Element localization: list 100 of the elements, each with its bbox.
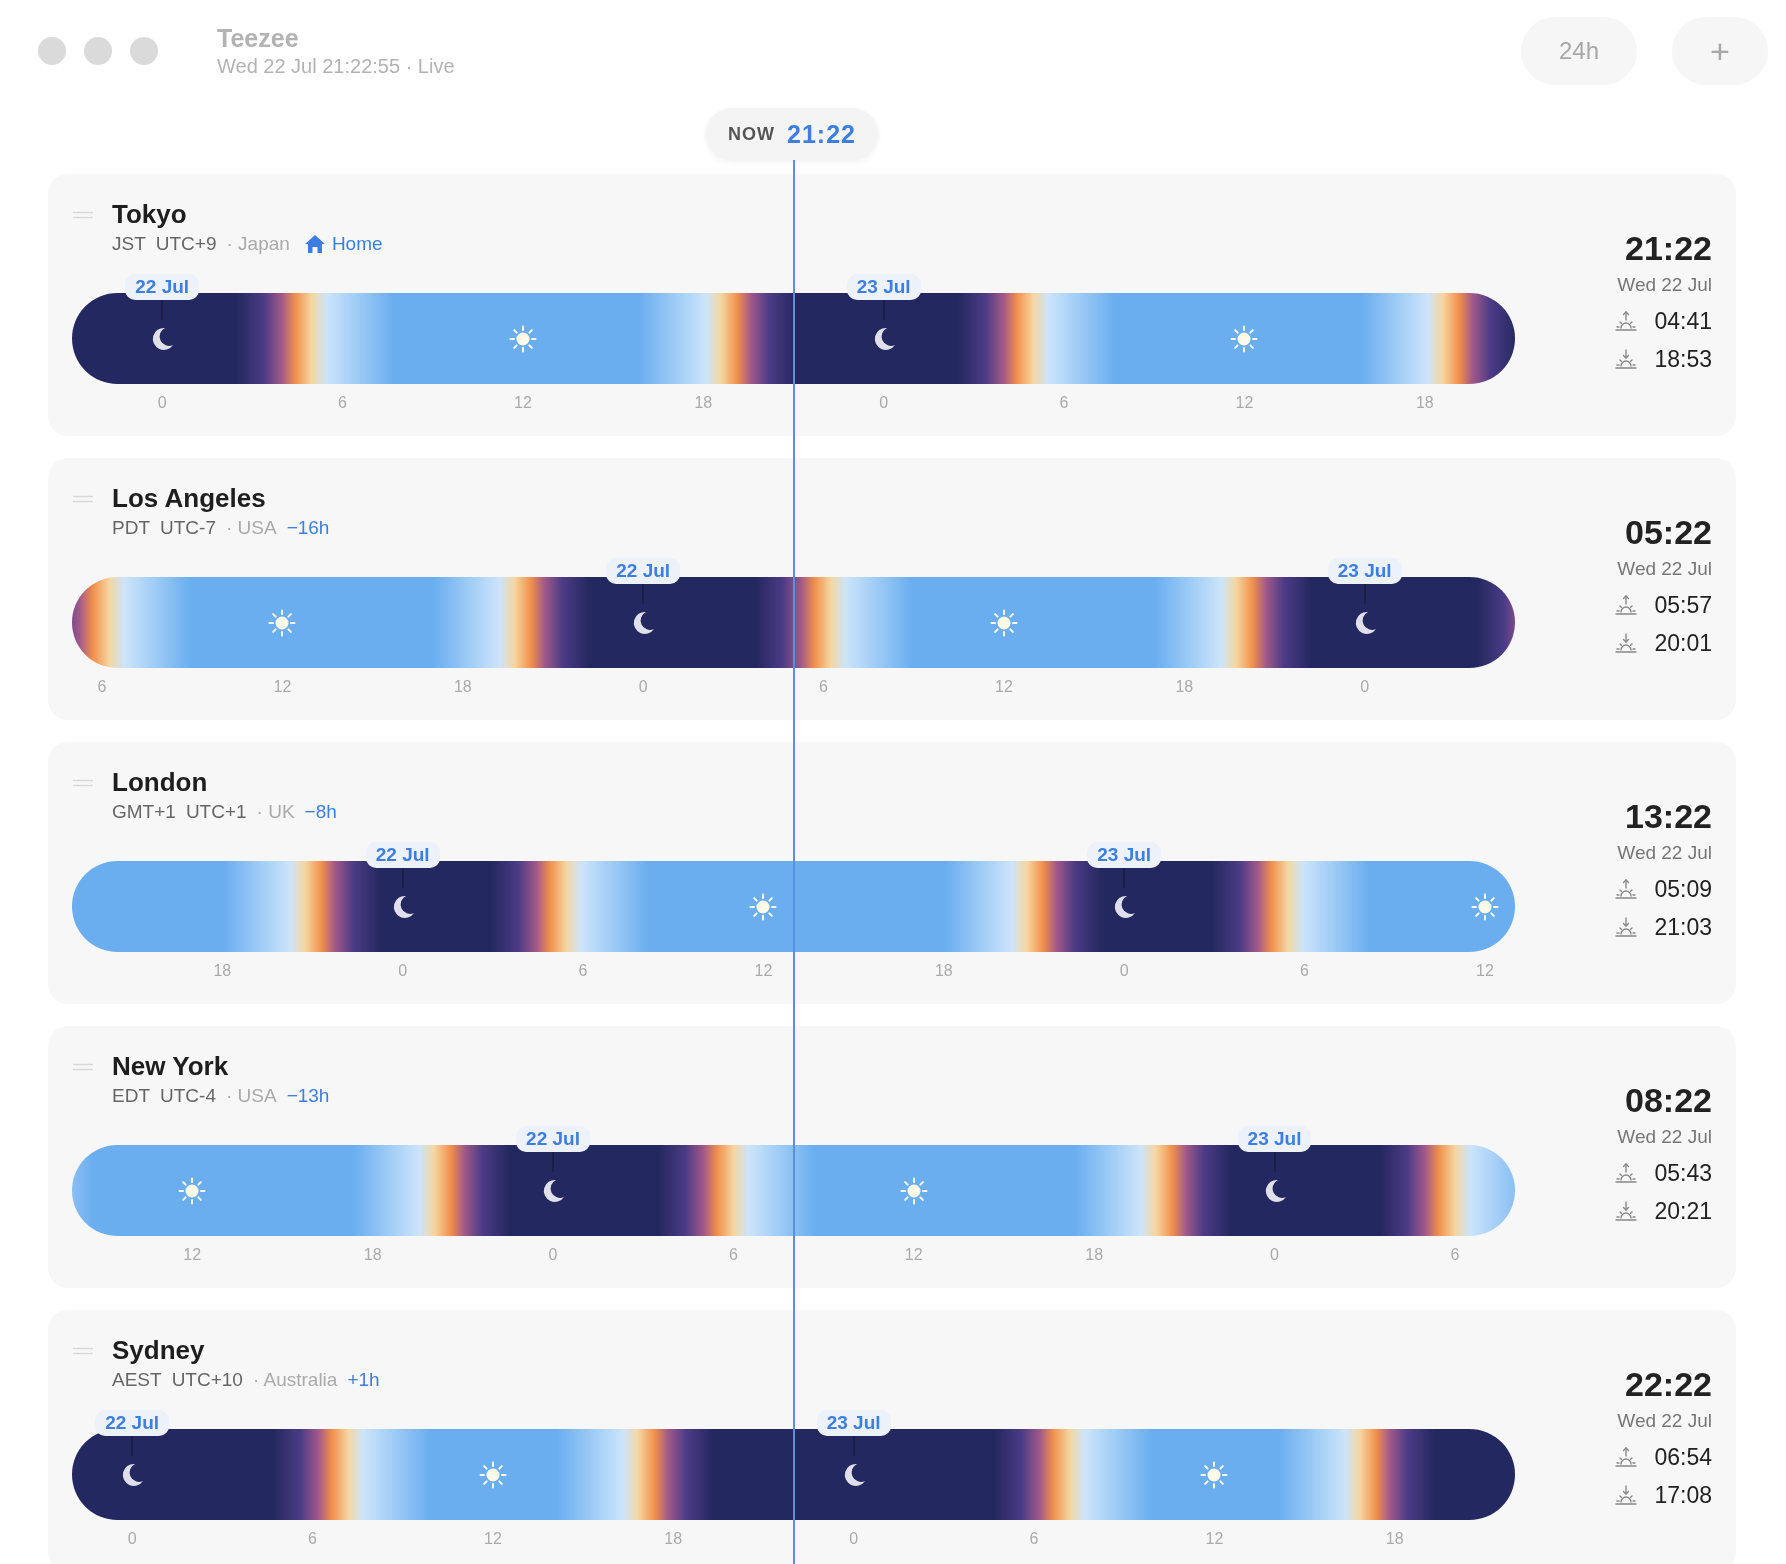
timezone-abbreviation: EDT	[112, 1084, 150, 1108]
sunset-time: 20:01	[1654, 629, 1712, 657]
drag-handle-icon[interactable]	[72, 211, 94, 219]
city-name: Sydney	[112, 1335, 206, 1365]
sunset-time: 17:08	[1654, 1481, 1712, 1509]
hour-label: 18	[934, 962, 953, 980]
local-time: 13:22	[1625, 797, 1712, 835]
hour-label: 18	[1175, 678, 1194, 696]
sunrise-time: 05:43	[1654, 1159, 1712, 1187]
sunrise-icon	[1614, 594, 1639, 616]
sun-icon	[1200, 1461, 1229, 1489]
hour-label: 18	[363, 1246, 382, 1264]
date-label: 22 Jul	[95, 1410, 170, 1436]
window-close-control[interactable]	[38, 37, 66, 65]
country-label: · UK	[256, 800, 295, 824]
window-zoom-control[interactable]	[130, 37, 158, 65]
time-difference: −13h	[286, 1084, 330, 1108]
hour-label: 12	[995, 678, 1013, 696]
date-label: 22 Jul	[606, 558, 681, 584]
sunrise-icon	[1614, 1446, 1639, 1468]
country-label: · USA	[225, 1084, 277, 1108]
hour-label: 6	[338, 394, 347, 412]
utc-offset: UTC-7	[160, 516, 216, 540]
sun-icon	[178, 1177, 207, 1205]
country-label: · Australia	[252, 1368, 338, 1392]
local-date: Wed 22 Jul	[1617, 273, 1712, 297]
timezone-abbreviation: PDT	[112, 516, 150, 540]
date-label: 22 Jul	[125, 274, 200, 300]
hour-label: 18	[664, 1530, 683, 1548]
local-time: 21:22	[1625, 229, 1712, 267]
sunrise-time: 04:41	[1654, 307, 1712, 335]
date-label: 23 Jul	[1237, 1126, 1312, 1152]
hour-label: 6	[578, 962, 588, 980]
local-date: Wed 22 Jul	[1617, 841, 1712, 865]
sunrise-time: 05:57	[1654, 591, 1712, 619]
date-label: 23 Jul	[1327, 558, 1402, 584]
sunset-time: 20:21	[1654, 1197, 1712, 1225]
sun-icon	[478, 1461, 507, 1489]
time-difference: −8h	[304, 800, 337, 824]
local-date: Wed 22 Jul	[1617, 557, 1712, 581]
hour-label: 6	[1300, 962, 1309, 980]
hour-label: 18	[1385, 1530, 1404, 1548]
sunset-icon	[1614, 1200, 1639, 1222]
hour-label: 6	[1029, 1530, 1039, 1548]
sun-icon	[268, 609, 297, 637]
hour-label: 0	[638, 678, 648, 696]
utc-offset: UTC+1	[185, 800, 247, 824]
hour-label: 0	[1360, 678, 1370, 696]
hour-label: 18	[1415, 394, 1434, 412]
hour-label: 6	[97, 678, 107, 696]
window-minimize-control[interactable]	[84, 37, 112, 65]
hour-label: 0	[548, 1246, 558, 1264]
hour-label: 6	[728, 1246, 738, 1264]
time-format-button[interactable]: 24h	[1521, 17, 1637, 85]
city-name: Tokyo	[112, 199, 188, 229]
sunrise-icon	[1614, 310, 1639, 332]
now-label: NOW	[728, 123, 775, 145]
local-date: Wed 22 Jul	[1617, 1409, 1712, 1433]
timezone-abbreviation: GMT+1	[112, 800, 176, 824]
date-label: 23 Jul	[1087, 842, 1162, 868]
hour-label: 12	[484, 1530, 502, 1548]
live-clock: Wed 22 Jul 21:22:55 · Live	[217, 54, 455, 79]
hour-label: 12	[1476, 962, 1494, 980]
sunset-time: 21:03	[1654, 913, 1712, 941]
date-label: 23 Jul	[816, 1410, 891, 1436]
home-icon	[303, 234, 326, 254]
hour-label: 12	[1205, 1530, 1224, 1548]
drag-handle-icon[interactable]	[72, 779, 94, 787]
hour-label: 0	[849, 1530, 859, 1548]
local-time: 05:22	[1625, 513, 1712, 551]
local-time: 22:22	[1625, 1365, 1712, 1403]
sun-icon	[899, 1177, 928, 1205]
local-date: Wed 22 Jul	[1617, 1125, 1712, 1149]
hour-label: 6	[1059, 394, 1069, 412]
add-button[interactable]: +	[1672, 17, 1768, 85]
hour-label: 6	[308, 1530, 317, 1548]
hour-label: 12	[183, 1246, 202, 1264]
sunset-time: 18:53	[1654, 345, 1712, 373]
drag-handle-icon[interactable]	[72, 1063, 94, 1071]
time-difference: −16h	[286, 516, 330, 540]
date-label: 22 Jul	[365, 842, 440, 868]
hour-label: 18	[1085, 1246, 1103, 1264]
sunset-icon	[1614, 916, 1639, 938]
hour-label: 6	[819, 678, 828, 696]
hour-label: 12	[514, 394, 532, 412]
utc-offset: UTC+9	[155, 232, 217, 256]
drag-handle-icon[interactable]	[72, 495, 94, 503]
city-name: London	[112, 767, 209, 797]
date-label: 23 Jul	[846, 274, 921, 300]
hour-label: 0	[879, 394, 889, 412]
sunrise-time: 06:54	[1654, 1443, 1712, 1471]
utc-offset: UTC+10	[171, 1368, 243, 1392]
home-label: Home	[331, 232, 383, 256]
sunset-icon	[1614, 348, 1639, 370]
timezone-abbreviation: AEST	[112, 1368, 162, 1392]
drag-handle-icon[interactable]	[72, 1347, 94, 1355]
hour-label: 0	[157, 394, 167, 412]
hour-label: 0	[127, 1530, 137, 1548]
hour-label: 0	[1119, 962, 1129, 980]
sun-icon	[989, 609, 1018, 637]
